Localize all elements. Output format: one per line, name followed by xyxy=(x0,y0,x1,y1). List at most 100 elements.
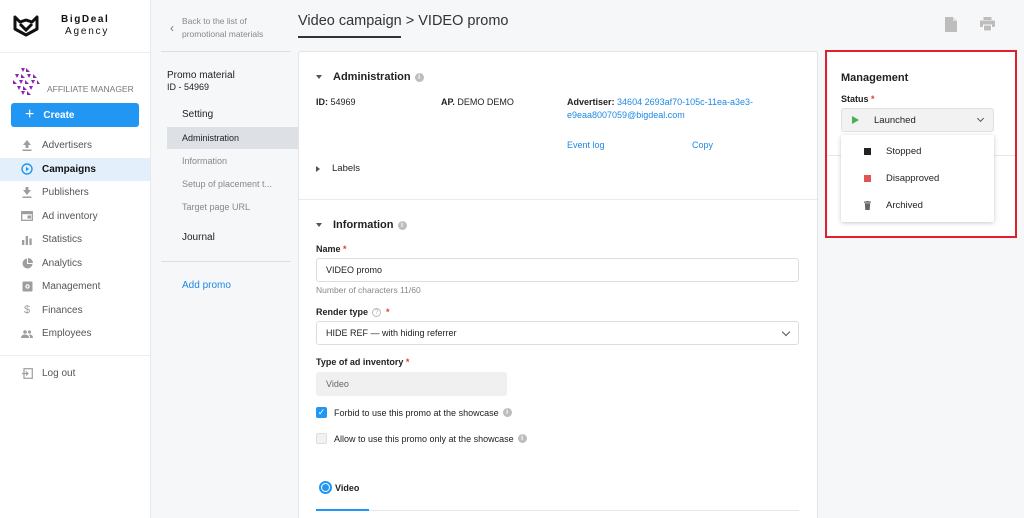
render-type-label-text: Render type xyxy=(316,307,369,317)
chevron-down-icon xyxy=(976,114,985,123)
sidebar-item-campaigns[interactable]: Campaigns xyxy=(0,157,150,181)
page-title: Video campaign > VIDEO promo xyxy=(298,13,509,29)
avatar-pattern-icon xyxy=(13,68,40,95)
info-icon[interactable]: i xyxy=(414,72,424,82)
info-icon[interactable]: i xyxy=(502,408,512,417)
promo-material-id: ID - 54969 xyxy=(167,82,210,92)
management-panel: Management Status * Launched Stopped Dis… xyxy=(828,51,1015,236)
render-type-value: HIDE REF — with hiding referrer xyxy=(326,328,457,338)
labels-section-toggle[interactable]: Labels xyxy=(316,163,360,174)
browser-window-icon xyxy=(21,210,33,222)
forbid-showcase-label: Forbid to use this promo at the showcase xyxy=(334,407,499,418)
only-showcase-checkbox[interactable]: Allow to use this promo only at the show… xyxy=(316,433,527,444)
back-to-list-link[interactable]: ‹ Back to the list of promotional materi… xyxy=(170,15,263,41)
sidebar-item-finances[interactable]: $ Finances xyxy=(0,299,150,323)
status-select[interactable]: Launched xyxy=(841,108,994,132)
status-label-text: Status xyxy=(841,94,869,104)
add-promo-link[interactable]: Add promo xyxy=(182,280,231,291)
sidebar-item-label: Analytics xyxy=(42,257,83,269)
logout-button[interactable]: Log out xyxy=(0,362,150,386)
subnav-item-label: Target page URL xyxy=(182,202,251,212)
sidebar-item-management[interactable]: Management xyxy=(0,275,150,299)
tab-baseline xyxy=(316,510,799,511)
forbid-showcase-checkbox[interactable]: ✓ Forbid to use this promo at the showca… xyxy=(316,407,512,418)
ad-inventory-value: Video xyxy=(326,379,349,389)
plus-icon: + xyxy=(25,106,35,123)
sidebar-item-employees[interactable]: Employees xyxy=(0,322,150,346)
administration-section-toggle[interactable]: Administration i xyxy=(316,71,424,83)
format-tab-video[interactable]: Video xyxy=(319,481,359,494)
subnav-group-journal[interactable]: Journal xyxy=(182,232,215,243)
stop-square-icon xyxy=(864,148,871,155)
caret-down-icon xyxy=(316,75,322,79)
advertiser-link[interactable]: 34604 2693af70-105c-11ea-a3e3- xyxy=(617,97,753,107)
checkbox-unchecked-icon[interactable] xyxy=(316,433,327,444)
status-dropdown-menu: Stopped Disapproved Archived xyxy=(841,135,994,222)
information-section-toggle[interactable]: Information i xyxy=(316,219,407,231)
radio-selected-icon[interactable] xyxy=(319,481,332,494)
pie-chart-icon xyxy=(21,257,33,269)
event-log-link[interactable]: Event log xyxy=(567,139,605,152)
name-label-text: Name xyxy=(316,244,341,254)
copy-link[interactable]: Copy xyxy=(692,139,713,152)
sidebar-item-ad-inventory[interactable]: Ad inventory xyxy=(0,205,150,229)
advertiser-link-email[interactable]: e9eaa8007059@bigdeal.com xyxy=(567,110,685,120)
required-marker: * xyxy=(386,307,390,317)
chevron-down-icon xyxy=(781,327,791,337)
name-input[interactable]: VIDEO promo xyxy=(316,258,799,282)
brand-name-line1: BigDeal xyxy=(61,14,110,25)
sidebar-item-label: Management xyxy=(42,281,101,293)
status-option-label: Disapproved xyxy=(886,173,940,184)
ap-value: DEMO DEMO xyxy=(457,97,514,107)
ap-label: AP. xyxy=(441,97,455,107)
ad-inventory-label-text: Type of ad inventory xyxy=(316,357,404,367)
checkbox-checked-icon[interactable]: ✓ xyxy=(316,407,327,418)
help-icon[interactable]: ? xyxy=(372,307,382,317)
info-icon[interactable]: i xyxy=(517,434,527,443)
people-icon xyxy=(21,328,33,340)
subnav-item-label: Information xyxy=(182,156,228,166)
subnav-item-target-url[interactable]: Target page URL xyxy=(167,196,298,218)
only-showcase-label: Allow to use this promo only at the show… xyxy=(334,433,514,444)
required-marker: * xyxy=(343,244,347,254)
upload-icon xyxy=(21,140,33,152)
subnav-item-placement-setup[interactable]: Setup of placement t... xyxy=(167,173,298,195)
red-square-icon xyxy=(864,175,871,182)
create-label: Create xyxy=(43,109,75,121)
title-underline xyxy=(298,36,401,38)
create-button[interactable]: + Create xyxy=(11,103,139,127)
trash-icon xyxy=(864,201,871,210)
sidebar-item-analytics[interactable]: Analytics xyxy=(0,252,150,276)
render-type-select[interactable]: HIDE REF — with hiding referrer xyxy=(316,321,799,345)
management-title: Management xyxy=(841,72,909,84)
sidebar-item-label: Campaigns xyxy=(42,163,96,175)
print-icon[interactable] xyxy=(980,17,995,33)
subnav-divider xyxy=(161,261,291,262)
subnav-item-label: Administration xyxy=(182,133,240,143)
document-icon[interactable] xyxy=(945,17,959,33)
bar-chart-icon xyxy=(21,234,33,246)
subnav-group-setting[interactable]: Setting xyxy=(182,109,213,120)
brand-logo[interactable]: BigDeal Agency xyxy=(0,0,150,53)
sidebar-item-publishers[interactable]: Publishers xyxy=(0,181,150,205)
labels-title: Labels xyxy=(332,163,360,174)
sidebar-divider xyxy=(0,354,150,356)
subnav-item-information[interactable]: Information xyxy=(167,150,298,172)
dollar-icon: $ xyxy=(23,304,31,317)
subnav-item-administration[interactable]: Administration xyxy=(167,127,298,149)
sidebar-item-statistics[interactable]: Statistics xyxy=(0,228,150,252)
brand-name-line2: Agency xyxy=(65,26,110,37)
ad-inventory-field: Video xyxy=(316,372,507,396)
status-option-stopped[interactable]: Stopped xyxy=(841,138,994,165)
id-value: 54969 xyxy=(330,97,356,107)
status-option-archived[interactable]: Archived xyxy=(841,192,994,219)
sidebar-nav: Advertisers Campaigns Publishers Ad inve… xyxy=(0,134,150,385)
info-icon[interactable]: i xyxy=(397,220,407,230)
advertiser-label: Advertiser: xyxy=(567,97,615,107)
caret-down-icon xyxy=(316,223,322,227)
sidebar-item-advertisers[interactable]: Advertisers xyxy=(0,134,150,158)
status-option-disapproved[interactable]: Disapproved xyxy=(841,165,994,192)
sidebar-item-label: Statistics xyxy=(42,234,83,246)
status-value: Launched xyxy=(874,114,916,126)
sidebar-item-label: Ad inventory xyxy=(42,210,98,222)
